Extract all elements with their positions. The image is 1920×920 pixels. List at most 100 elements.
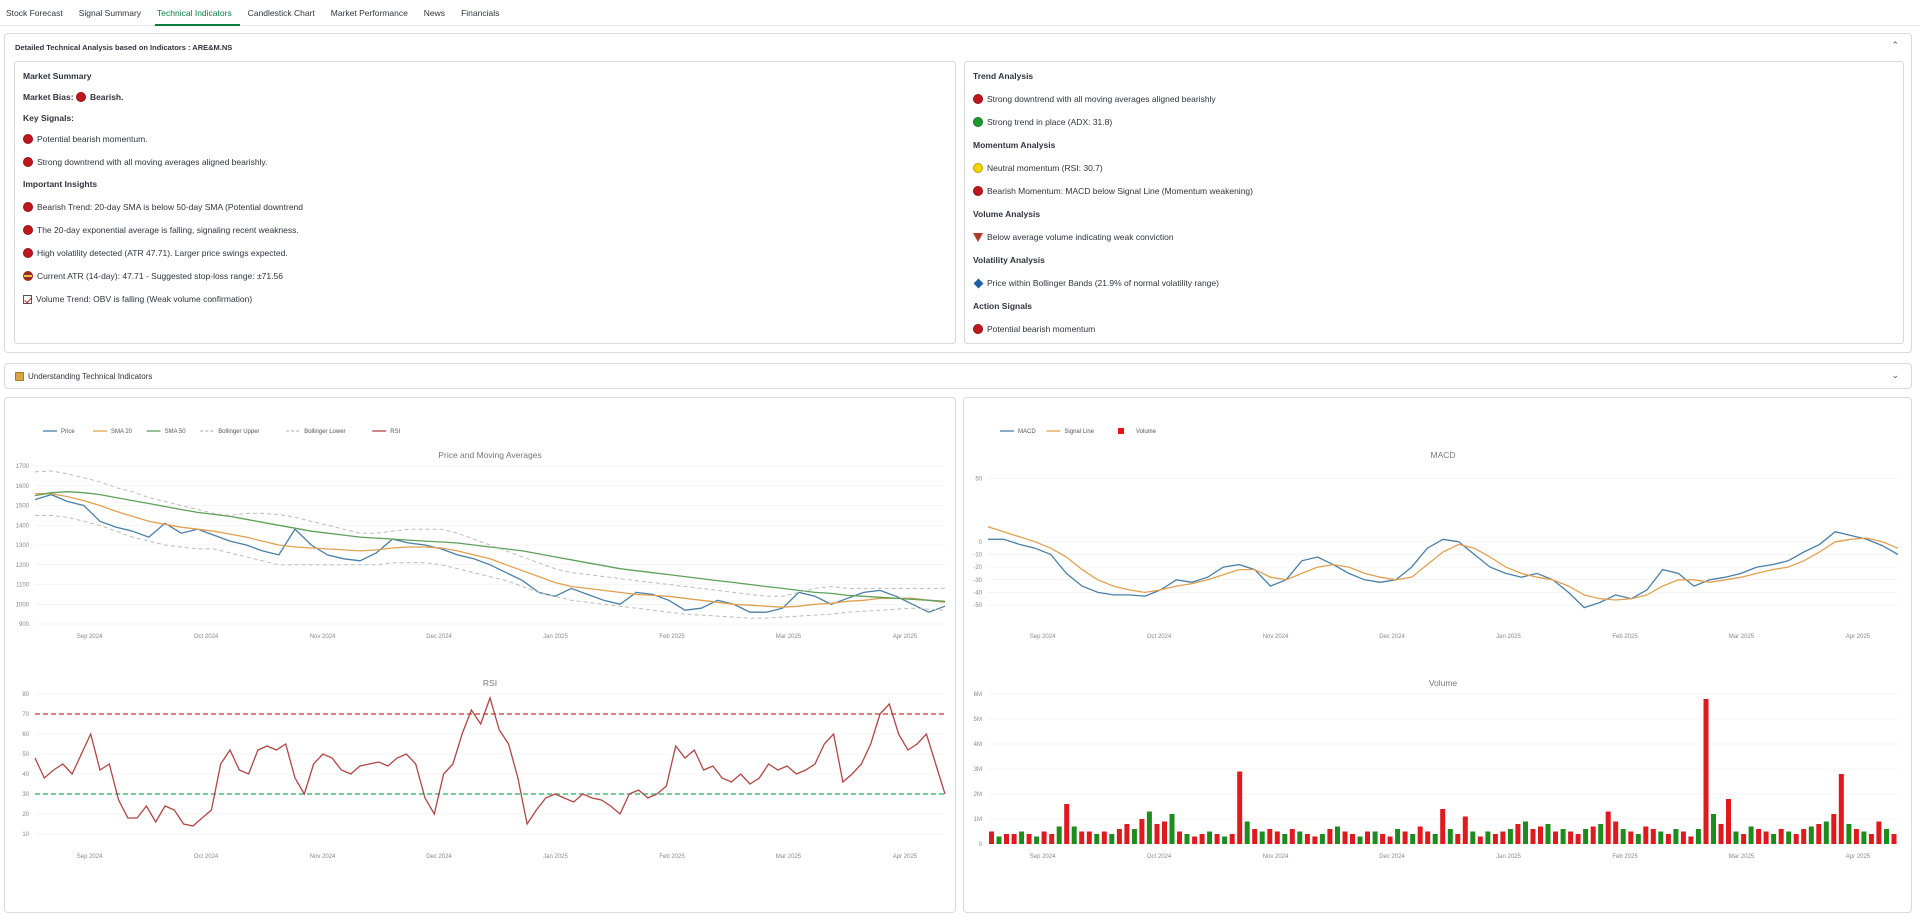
tab-market-performance[interactable]: Market Performance [329, 0, 416, 26]
volume-bar [1598, 824, 1604, 844]
action-heading: Action Signals [973, 301, 1033, 311]
understanding-title[interactable]: Understanding Technical Indicators [15, 372, 152, 381]
chart-title: Volume [1429, 678, 1458, 688]
volume-bar [1162, 821, 1167, 844]
tab-stock-forecast[interactable]: Stock Forecast [4, 0, 71, 26]
y-tick-label: 1400 [16, 523, 30, 529]
volume-bar [1507, 829, 1513, 844]
momentum-heading: Momentum Analysis [973, 140, 1056, 150]
legend-entry: Bollinger Upper [218, 429, 259, 435]
chevron-up-icon[interactable]: ⌃ [1891, 40, 1899, 51]
volume-bar [1876, 821, 1882, 844]
chart-title: RSI [483, 678, 497, 688]
volume-bar [1154, 824, 1160, 844]
volume-bar [1327, 829, 1333, 844]
volume-bar [1350, 834, 1355, 844]
volume-bar [1049, 834, 1055, 844]
y-tick-label: -50 [973, 603, 982, 609]
volume-bar [1417, 826, 1423, 844]
volume-bar [1432, 834, 1438, 844]
x-tick-label: Nov 2024 [310, 854, 336, 860]
y-tick-label: 3M [974, 767, 982, 773]
volume-bar [1861, 831, 1867, 844]
x-tick-label: Apr 2025 [1846, 854, 1871, 860]
x-tick-label: Nov 2024 [1263, 854, 1289, 860]
volume-bar [1177, 831, 1182, 844]
momentum-item: Neutral momentum (RSI: 30.7) [973, 163, 1103, 173]
volume-bar [1395, 829, 1401, 844]
volume-bar [1116, 829, 1122, 844]
volume-bar [1793, 834, 1799, 844]
x-tick-label: Sep 2024 [77, 854, 103, 860]
insight-item: The 20-day exponential average is fallin… [23, 225, 299, 235]
volatility-item: Price within Bollinger Bands (21.9% of n… [973, 278, 1219, 288]
volume-bar [1387, 836, 1393, 844]
red-circle-icon [973, 186, 983, 196]
x-tick-label: Mar 2025 [776, 634, 802, 640]
volume-bar [1560, 829, 1566, 844]
volume-bar [1380, 834, 1386, 844]
volume-bar [1372, 831, 1378, 844]
volume-bar [1267, 829, 1273, 844]
market-bias-label: Market Bias: [23, 92, 74, 102]
right-chart-panel: MACD Signal Line Volume 50 0 -10 -20 -30 -40 -50 M… [963, 397, 1912, 913]
volume-bar [1733, 831, 1739, 844]
red-circle-icon [23, 134, 33, 144]
book-icon [15, 372, 24, 381]
volume-bar [1319, 834, 1325, 844]
signal-item: Potential bearish momentum. [23, 134, 148, 144]
x-tick-label: Sep 2024 [1030, 634, 1056, 640]
blue-diamond-icon [973, 278, 984, 288]
volume-bar [1500, 831, 1506, 844]
trend-item: Strong downtrend with all moving average… [973, 94, 1216, 104]
red-circle-icon [23, 202, 33, 212]
volume-bar [1680, 831, 1686, 844]
left-chart-panel: Price SMA 20 SMA 50 Bollinger Upper Bollinge… [4, 397, 956, 913]
volume-bar [1613, 821, 1619, 844]
x-tick-label: Apr 2025 [1846, 634, 1871, 640]
tab-technical-indicators[interactable]: Technical Indicators [155, 0, 240, 26]
volume-bar [1312, 836, 1318, 844]
tab-candlestick-chart[interactable]: Candlestick Chart [246, 0, 323, 26]
y-tick-label: 0 [979, 540, 983, 546]
volume-bar [1763, 831, 1769, 844]
volume-bar [1365, 831, 1370, 844]
volume-bar [1808, 826, 1814, 844]
volume-bar [1131, 829, 1137, 844]
left-chart-svg: Price SMA 20 SMA 50 Bollinger Upper Bollinge… [16, 429, 946, 860]
y-tick-label: 60 [22, 732, 29, 738]
volume-bar [1101, 831, 1107, 844]
tab-news[interactable]: News [422, 0, 453, 26]
volume-bar [1425, 831, 1431, 844]
tab-financials[interactable]: Financials [459, 0, 507, 26]
chevron-down-icon[interactable]: ⌄ [1891, 370, 1899, 381]
volume-bar [1658, 831, 1664, 844]
insight-item: High volatility detected (ATR 47.71). La… [23, 248, 288, 258]
y-tick-label: 6M [974, 692, 982, 698]
helmet-icon [23, 271, 33, 281]
volume-bar [1026, 834, 1032, 844]
series-line-signal-line [987, 526, 1899, 601]
market-bias-value: Bearish. [89, 92, 124, 102]
analysis-expander: Detailed Technical Analysis based on Ind… [4, 33, 1912, 353]
y-tick-label: 1100 [16, 583, 30, 589]
volume-bar [1274, 831, 1280, 844]
x-tick-label: Dec 2024 [1379, 854, 1405, 860]
market-summary-panel: Market Summary Market Bias: Bearish. Key… [14, 61, 956, 344]
analysis-title[interactable]: Detailed Technical Analysis based on Ind… [15, 43, 232, 52]
y-tick-label: 1M [974, 817, 982, 823]
insight-item: Bearish Trend: 20-day SMA is below 50-da… [23, 202, 303, 212]
volume-bar [1590, 826, 1596, 844]
y-tick-label: 4M [974, 742, 982, 748]
trend-heading: Trend Analysis [973, 71, 1034, 81]
volume-bar [1816, 824, 1822, 844]
tab-signal-summary[interactable]: Signal Summary [77, 0, 149, 26]
volume-bar [1289, 829, 1295, 844]
volume-bar [1650, 829, 1656, 844]
understanding-expander[interactable]: Understanding Technical Indicators ⌄ [4, 363, 1912, 389]
volume-item: Below average volume indicating weak con… [973, 232, 1174, 242]
volume-bar [1477, 836, 1483, 844]
x-tick-label: Jan 2025 [543, 854, 568, 860]
y-tick-label: 80 [22, 692, 29, 698]
x-tick-label: Mar 2025 [1729, 634, 1755, 640]
